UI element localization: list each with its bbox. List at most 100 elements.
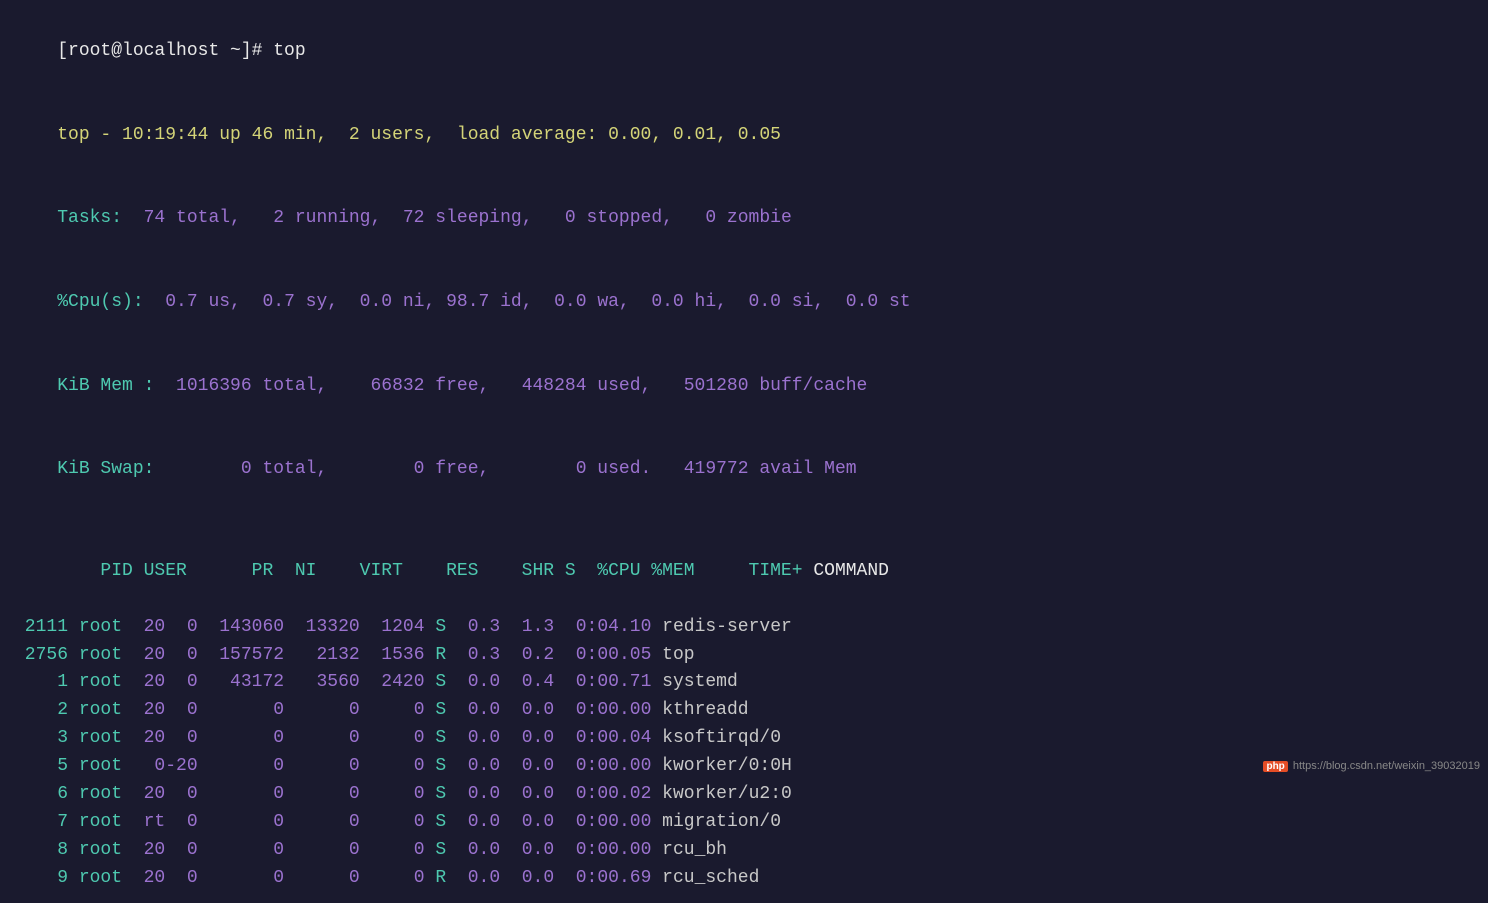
user-cell: root: [68, 617, 122, 637]
virt-cell: 0: [198, 840, 284, 860]
table-row: 1 root 20 0 43172 3560 2420 S 0.0 0.4 0:…: [14, 669, 1474, 697]
virt-cell: 0: [198, 784, 284, 804]
pr-cell: 20: [122, 617, 165, 637]
command-cell: kworker/0:0H: [651, 756, 791, 776]
mem-line: KiB Mem : 1016396 total, 66832 free, 448…: [14, 345, 1474, 429]
pid-cell: 2756: [14, 645, 68, 665]
table-row: 2 root 20 0 0 0 0 S 0.0 0.0 0:00.00 kthr…: [14, 697, 1474, 725]
virt-cell: 0: [198, 812, 284, 832]
process-table: PID USER PR NI VIRT RES SHR S %CPU %MEM …: [14, 530, 1474, 893]
state-cell: S: [425, 756, 447, 776]
user-cell: root: [68, 672, 122, 692]
shr-cell: 1536: [360, 645, 425, 665]
top-uptime: up 46 min, 2 users, load average: 0.00, …: [208, 125, 781, 145]
mem-value: 1016396 total, 66832 free, 448284 used, …: [154, 376, 867, 396]
state-cell: S: [425, 700, 447, 720]
cpu-label: %Cpu(s):: [57, 292, 143, 312]
cpu-cell: 0.0: [446, 756, 500, 776]
user-cell: root: [68, 700, 122, 720]
col-header-text: PID USER PR NI VIRT RES SHR S %CPU %MEM …: [79, 561, 814, 581]
cpu-cell: 0.0: [446, 812, 500, 832]
table-row: 6 root 20 0 0 0 0 S 0.0 0.0 0:00.02 kwor…: [14, 781, 1474, 809]
pr-cell: 20: [122, 672, 165, 692]
swap-line: KiB Swap: 0 total, 0 free, 0 used. 41977…: [14, 428, 1474, 512]
swap-label: KiB Swap:: [57, 459, 154, 479]
command-cell: systemd: [651, 672, 737, 692]
terminal-window: [root@localhost ~]# top top - 10:19:44 u…: [14, 10, 1474, 893]
shr-cell: 2420: [360, 672, 425, 692]
command-cell: rcu_bh: [651, 840, 727, 860]
shr-cell: 0: [360, 868, 425, 888]
ni-cell: 0: [165, 672, 197, 692]
pr-cell: rt: [122, 812, 165, 832]
virt-cell: 0: [198, 868, 284, 888]
ni-cell: 0: [165, 868, 197, 888]
prompt-text: [root@localhost ~]# top: [57, 41, 305, 61]
command-cell: rcu_sched: [651, 868, 759, 888]
mem-cell: 0.0: [500, 868, 554, 888]
user-cell: root: [68, 728, 122, 748]
res-cell: 13320: [284, 617, 360, 637]
command-col-header: COMMAND: [813, 561, 889, 581]
table-row: 7 root rt 0 0 0 0 S 0.0 0.0 0:00.00 migr…: [14, 809, 1474, 837]
state-cell: R: [425, 868, 447, 888]
command-cell: redis-server: [651, 617, 791, 637]
user-cell: root: [68, 840, 122, 860]
pid-cell: 6: [14, 784, 68, 804]
time-cell: 0:00.04: [554, 728, 651, 748]
watermark-url: https://blog.csdn.net/weixin_39032019: [1293, 760, 1480, 772]
table-row: 3 root 20 0 0 0 0 S 0.0 0.0 0:00.04 ksof…: [14, 725, 1474, 753]
shr-cell: 1204: [360, 617, 425, 637]
time-cell: 0:00.00: [554, 840, 651, 860]
mem-cell: 0.4: [500, 672, 554, 692]
res-cell: 0: [284, 700, 360, 720]
mem-cell: 0.0: [500, 756, 554, 776]
ni-cell: 0: [165, 812, 197, 832]
mem-cell: 0.0: [500, 728, 554, 748]
pid-cell: 9: [14, 868, 68, 888]
tasks-value: 74 total, 2 running, 72 sleeping, 0 stop…: [122, 208, 792, 228]
shr-cell: 0: [360, 840, 425, 860]
virt-cell: 43172: [198, 672, 284, 692]
ni-cell: 0: [165, 700, 197, 720]
time-cell: 0:00.69: [554, 868, 651, 888]
table-row: 2756 root 20 0 157572 2132 1536 R 0.3 0.…: [14, 642, 1474, 670]
cpu-cell: 0.0: [446, 672, 500, 692]
process-rows-container: 2111 root 20 0 143060 13320 1204 S 0.3 1…: [14, 614, 1474, 893]
mem-cell: 0.0: [500, 812, 554, 832]
command-cell: top: [651, 645, 694, 665]
shr-cell: 0: [360, 700, 425, 720]
user-cell: root: [68, 645, 122, 665]
pid-cell: 1: [14, 672, 68, 692]
user-cell: root: [68, 756, 122, 776]
prompt-line: [root@localhost ~]# top: [14, 10, 1474, 94]
shr-cell: 0: [360, 784, 425, 804]
table-row: 9 root 20 0 0 0 0 R 0.0 0.0 0:00.69 rcu_…: [14, 865, 1474, 893]
res-cell: 0: [284, 756, 360, 776]
virt-cell: 0: [198, 756, 284, 776]
res-cell: 0: [284, 784, 360, 804]
res-cell: 3560: [284, 672, 360, 692]
pr-cell: 0: [122, 756, 165, 776]
tasks-line: Tasks: 74 total, 2 running, 72 sleeping,…: [14, 177, 1474, 261]
pid-cell: 7: [14, 812, 68, 832]
cpu-cell: 0.0: [446, 784, 500, 804]
watermark: php https://blog.csdn.net/weixin_3903201…: [1263, 760, 1480, 772]
mem-cell: 0.2: [500, 645, 554, 665]
time-cell: 0:00.00: [554, 812, 651, 832]
user-cell: root: [68, 812, 122, 832]
cpu-cell: 0.3: [446, 617, 500, 637]
php-badge: php: [1263, 761, 1287, 772]
user-cell: root: [68, 868, 122, 888]
command-cell: kworker/u2:0: [651, 784, 791, 804]
cpu-cell: 0.0: [446, 868, 500, 888]
state-cell: S: [425, 840, 447, 860]
command-cell: ksoftirqd/0: [651, 728, 781, 748]
table-row: 2111 root 20 0 143060 13320 1204 S 0.3 1…: [14, 614, 1474, 642]
pid-cell: 2111: [14, 617, 68, 637]
cpu-cell: 0.3: [446, 645, 500, 665]
res-cell: 0: [284, 812, 360, 832]
cpu-cell: 0.0: [446, 700, 500, 720]
res-cell: 0: [284, 840, 360, 860]
shr-cell: 0: [360, 812, 425, 832]
